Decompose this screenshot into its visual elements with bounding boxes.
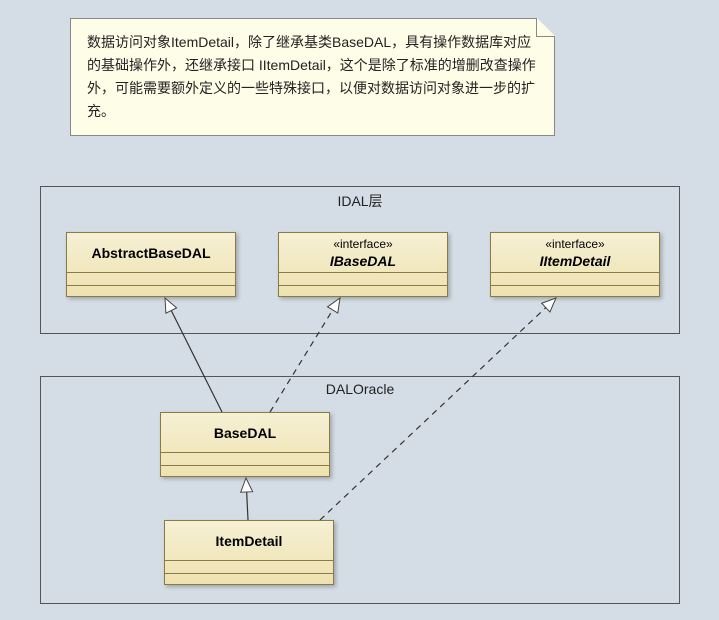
class-compartment (161, 453, 329, 466)
class-iitem-detail-name: «interface» IItemDetail (491, 233, 659, 273)
note-fold (537, 18, 555, 36)
class-item-detail: ItemDetail (164, 520, 334, 585)
class-compartment (165, 574, 333, 584)
note-text: 数据访问对象ItemDetail，除了继承基类BaseDAL，具有操作数据库对应… (87, 34, 536, 119)
stereotype-label: «interface» (545, 237, 604, 251)
class-compartment (279, 273, 447, 286)
class-compartment (491, 286, 659, 296)
package-dal-oracle: DALOracle (40, 376, 680, 604)
package-idal-label: IDAL层 (337, 191, 382, 211)
class-base-dal-name: BaseDAL (161, 413, 329, 453)
class-compartment (165, 561, 333, 574)
class-compartment (491, 273, 659, 286)
package-dal-oracle-label: DALOracle (326, 381, 394, 397)
class-item-detail-name: ItemDetail (165, 521, 333, 561)
class-compartment (67, 273, 235, 286)
stereotype-label: «interface» (333, 237, 392, 251)
class-ibase-dal: «interface» IBaseDAL (278, 232, 448, 297)
class-iitem-detail: «interface» IItemDetail (490, 232, 660, 297)
class-compartment (161, 466, 329, 476)
class-ibase-dal-name: «interface» IBaseDAL (279, 233, 447, 273)
uml-note: 数据访问对象ItemDetail，除了继承基类BaseDAL，具有操作数据库对应… (70, 18, 555, 136)
class-compartment (67, 286, 235, 296)
class-compartment (279, 286, 447, 296)
class-abstract-base-dal: AbstractBaseDAL (66, 232, 236, 297)
class-abstract-base-dal-name: AbstractBaseDAL (67, 233, 235, 273)
class-base-dal: BaseDAL (160, 412, 330, 477)
